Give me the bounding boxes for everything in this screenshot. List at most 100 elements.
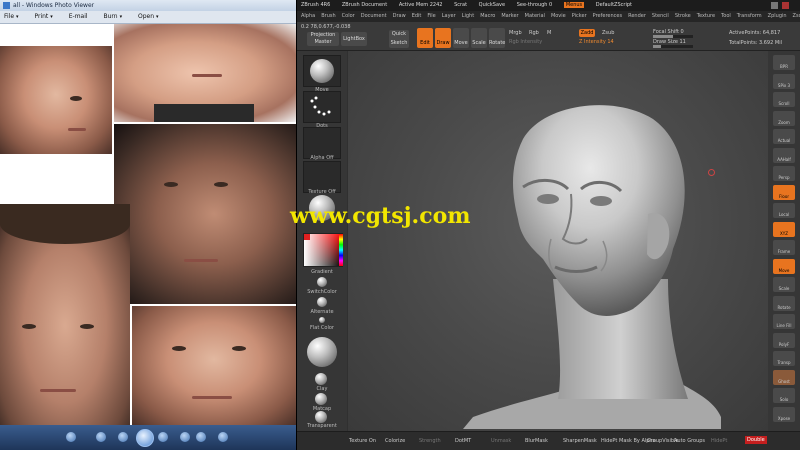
projection-master-button[interactable]: Projection Master [307, 32, 339, 46]
scale-button[interactable]: Scale [471, 28, 487, 48]
menus-toggle[interactable]: Menus [563, 2, 585, 8]
zsub-button[interactable]: Zsub [602, 30, 614, 36]
shelf-button-scale[interactable]: Scale [773, 277, 795, 292]
zbrush-menu-transform[interactable]: Transform [737, 13, 762, 19]
shelf-button-local[interactable]: Local [773, 203, 795, 218]
shelf-button-aahalf[interactable]: AAHalf [773, 147, 795, 163]
dotmt-button[interactable]: DotMT [455, 438, 471, 444]
edit-button[interactable]: Edit [417, 28, 433, 48]
quick-sketch-button[interactable]: Quick Sketch [389, 30, 409, 48]
quicksave-button[interactable]: QuickSave [479, 2, 505, 8]
zbrush-menu-movie[interactable]: Movie [551, 13, 566, 19]
zbrush-menu-alpha[interactable]: Alpha [301, 13, 315, 19]
close-icon[interactable] [782, 2, 789, 9]
delete-icon[interactable] [218, 432, 228, 442]
minimize-icon[interactable] [771, 2, 778, 9]
clay-material-icon[interactable] [315, 373, 327, 385]
color-picker[interactable] [303, 233, 343, 267]
menu-open[interactable]: Open [138, 13, 154, 20]
matcap-gray-icon[interactable] [315, 411, 327, 423]
shelf-button-zoom[interactable]: Zoom [773, 110, 795, 126]
matcap-material-icon[interactable] [315, 393, 327, 405]
gradient-label[interactable]: Gradient [297, 269, 347, 275]
shelf-button-transp[interactable]: Transp [773, 351, 795, 366]
mrgb-toggle[interactable]: Mrgb [509, 30, 522, 36]
zbrush-menu-edit[interactable]: Edit [412, 13, 422, 19]
hide-pt-button[interactable]: HidePt [601, 438, 617, 444]
texture-on-button[interactable]: Texture On [349, 438, 376, 444]
rgb-intensity-slider[interactable]: Rgb Intensity [509, 39, 542, 45]
zbrush-menu-material[interactable]: Material [525, 13, 545, 19]
shelf-button-move[interactable]: Move [773, 258, 795, 274]
lightbox-button[interactable]: LightBox [341, 32, 367, 46]
move-button[interactable]: Move [453, 28, 469, 48]
photo-viewer-titlebar[interactable]: all - Windows Photo Viewer [0, 0, 296, 11]
shelf-button-xpose[interactable]: Xpose [773, 406, 795, 422]
zoom-icon[interactable] [66, 432, 76, 442]
menu-print[interactable]: Print [34, 13, 48, 20]
zbrush-menu-light[interactable]: Light [462, 13, 474, 19]
actual-size-icon[interactable] [96, 432, 106, 442]
blur-mask-button[interactable]: BlurMask [525, 438, 548, 444]
zbrush-menu-stencil[interactable]: Stencil [652, 13, 669, 19]
shelf-button-bpr[interactable]: BPR [773, 55, 795, 70]
zbrush-menu-zscript[interactable]: Zscript [793, 13, 800, 19]
shelf-button-polyf[interactable]: PolyF [773, 332, 795, 348]
rotate-button[interactable]: Rotate [489, 28, 505, 48]
zbrush-menu-document[interactable]: Document [361, 13, 387, 19]
zbrush-menu-tool[interactable]: Tool [721, 13, 731, 19]
zbrush-menu-layer[interactable]: Layer [442, 13, 456, 19]
brush-selector[interactable] [303, 55, 341, 87]
zbrush-menu-draw[interactable]: Draw [393, 13, 406, 19]
zbrush-menu-brush[interactable]: Brush [321, 13, 335, 19]
zbrush-menu-stroke[interactable]: Stroke [675, 13, 691, 19]
zbrush-menu-color[interactable]: Color [342, 13, 355, 19]
rotate-cw-icon[interactable] [196, 432, 206, 442]
alternate-button[interactable]: Alternate [297, 309, 347, 315]
shelf-button-frame[interactable]: Frame [773, 240, 795, 255]
flat-color-button[interactable]: Flat Color [297, 325, 347, 331]
draw-size-track[interactable] [653, 45, 693, 48]
shelf-button-spix-3[interactable]: SPix 3 [773, 73, 795, 89]
menu-file[interactable]: File [4, 13, 14, 20]
zbrush-menu-picker[interactable]: Picker [572, 13, 587, 19]
hide-pt-button-2[interactable]: HidePt [711, 438, 727, 444]
zbrush-menu-macro[interactable]: Macro [480, 13, 495, 19]
default-zscript-button[interactable]: DefaultZScript [596, 2, 632, 8]
shelf-button-line-fill[interactable]: Line Fill [773, 314, 795, 329]
shelf-button-solo[interactable]: Solo [773, 388, 795, 403]
material-preview-sphere[interactable] [307, 337, 337, 367]
strength-slider[interactable]: Strength [419, 438, 441, 444]
zbrush-menu-render[interactable]: Render [628, 13, 646, 19]
zbrush-canvas[interactable] [348, 51, 768, 431]
zadd-button[interactable]: Zadd [579, 29, 595, 37]
z-intensity-slider[interactable]: Z Intensity 14 [579, 39, 614, 45]
stroke-selector[interactable] [303, 91, 341, 123]
menu-email[interactable]: E-mail [69, 13, 88, 20]
m-toggle[interactable]: M [547, 30, 551, 36]
see-through-slider[interactable]: See-through 0 [517, 2, 553, 8]
auto-groups-button[interactable]: Auto Groups [674, 438, 705, 444]
sharpen-mask-button[interactable]: SharpenMask [563, 438, 597, 444]
slideshow-button[interactable] [136, 429, 154, 447]
shelf-button-ghost[interactable]: Ghost [773, 369, 795, 385]
draw-button[interactable]: Draw [435, 28, 451, 48]
unmask-button[interactable]: Unmask [491, 438, 511, 444]
switch-color-button[interactable]: SwitchColor [297, 289, 347, 295]
shelf-button-rotate[interactable]: Rotate [773, 295, 795, 311]
zbrush-menu-preferences[interactable]: Preferences [593, 13, 622, 19]
next-icon[interactable] [158, 432, 168, 442]
double-button[interactable]: Double [745, 436, 767, 444]
shelf-button-scroll[interactable]: Scroll [773, 92, 795, 107]
zbrush-menu-zplugin[interactable]: Zplugin [768, 13, 787, 19]
shelf-button-floor[interactable]: Floor [773, 184, 795, 200]
rgb-toggle[interactable]: Rgb [529, 30, 539, 36]
shelf-button-actual[interactable]: Actual [773, 129, 795, 144]
focal-shift-track[interactable] [653, 35, 693, 38]
shelf-button-xyz[interactable]: XYZ [773, 221, 795, 237]
shelf-button-persp[interactable]: Persp [773, 166, 795, 181]
colorize-button[interactable]: Colorize [385, 438, 405, 444]
rotate-ccw-icon[interactable] [180, 432, 190, 442]
zbrush-menu-marker[interactable]: Marker [501, 13, 518, 19]
zbrush-menu-file[interactable]: File [427, 13, 435, 19]
